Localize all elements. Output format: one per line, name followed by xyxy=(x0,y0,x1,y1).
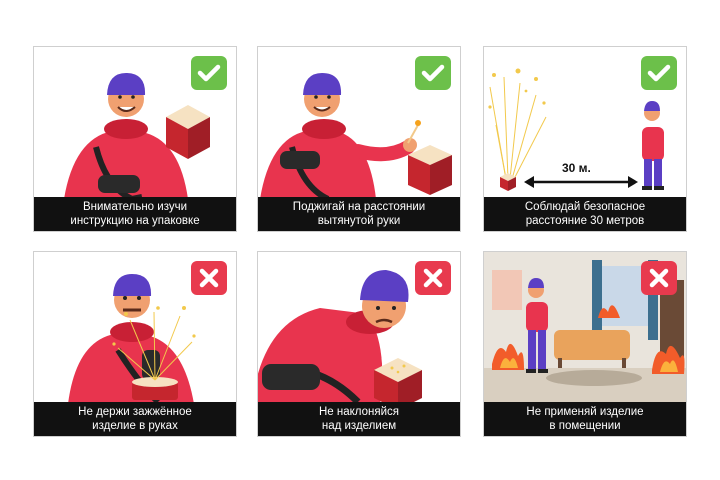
cross-badge xyxy=(415,261,451,295)
panel-caption: Не держи зажжённое изделие в руках xyxy=(34,402,236,436)
check-icon xyxy=(415,56,451,90)
distance-label: 30 м. xyxy=(562,161,591,175)
caption-line-2: расстояние 30 метров xyxy=(525,215,645,227)
panel-caption: Соблюдай безопасное расстояние 30 метров xyxy=(484,197,686,231)
panel-safe-distance: 30 м. Соблюдай безопасное расстояние 30 … xyxy=(483,46,687,232)
panel-arm-length: Поджигай на расстоянии вытянутой руки xyxy=(257,46,461,232)
panel-caption: Поджигай на расстоянии вытянутой руки xyxy=(258,197,460,231)
panel-caption: Не наклоняйся над изделием xyxy=(258,402,460,436)
panel-read-instructions: Внимательно изучи инструкцию на упаковке xyxy=(33,46,237,232)
caption-line-2: над изделием xyxy=(321,420,397,432)
panel-caption: Внимательно изучи инструкцию на упаковке xyxy=(34,197,236,231)
panel-dont-lean-over: Не наклоняйся над изделием xyxy=(257,251,461,437)
cross-badge xyxy=(641,261,677,295)
check-badge xyxy=(641,56,677,90)
cross-icon xyxy=(641,261,677,295)
panel-dont-hold-lit: Не держи зажжённое изделие в руках xyxy=(33,251,237,437)
caption-line-2: в помещении xyxy=(549,420,621,432)
caption-line-1: Не наклоняйся xyxy=(318,406,400,418)
cross-icon xyxy=(191,261,227,295)
caption-line-1: Внимательно изучи xyxy=(82,201,188,213)
caption-line-2: изделие в руках xyxy=(92,420,178,432)
caption-line-2: инструкцию на упаковке xyxy=(70,215,200,227)
check-badge xyxy=(415,56,451,90)
caption-line-1: Поджигай на расстоянии xyxy=(292,201,426,213)
panel-caption: Не применяй изделие в помещении xyxy=(484,402,686,436)
caption-line-1: Соблюдай безопасное xyxy=(524,201,646,213)
check-badge xyxy=(191,56,227,90)
caption-line-1: Не применяй изделие xyxy=(526,406,644,418)
caption-line-2: вытянутой руки xyxy=(317,215,401,227)
check-icon xyxy=(191,56,227,90)
check-icon xyxy=(641,56,677,90)
cross-badge xyxy=(191,261,227,295)
panel-dont-use-indoors: Не применяй изделие в помещении xyxy=(483,251,687,437)
cross-icon xyxy=(415,261,451,295)
caption-line-1: Не держи зажжённое xyxy=(78,406,192,418)
